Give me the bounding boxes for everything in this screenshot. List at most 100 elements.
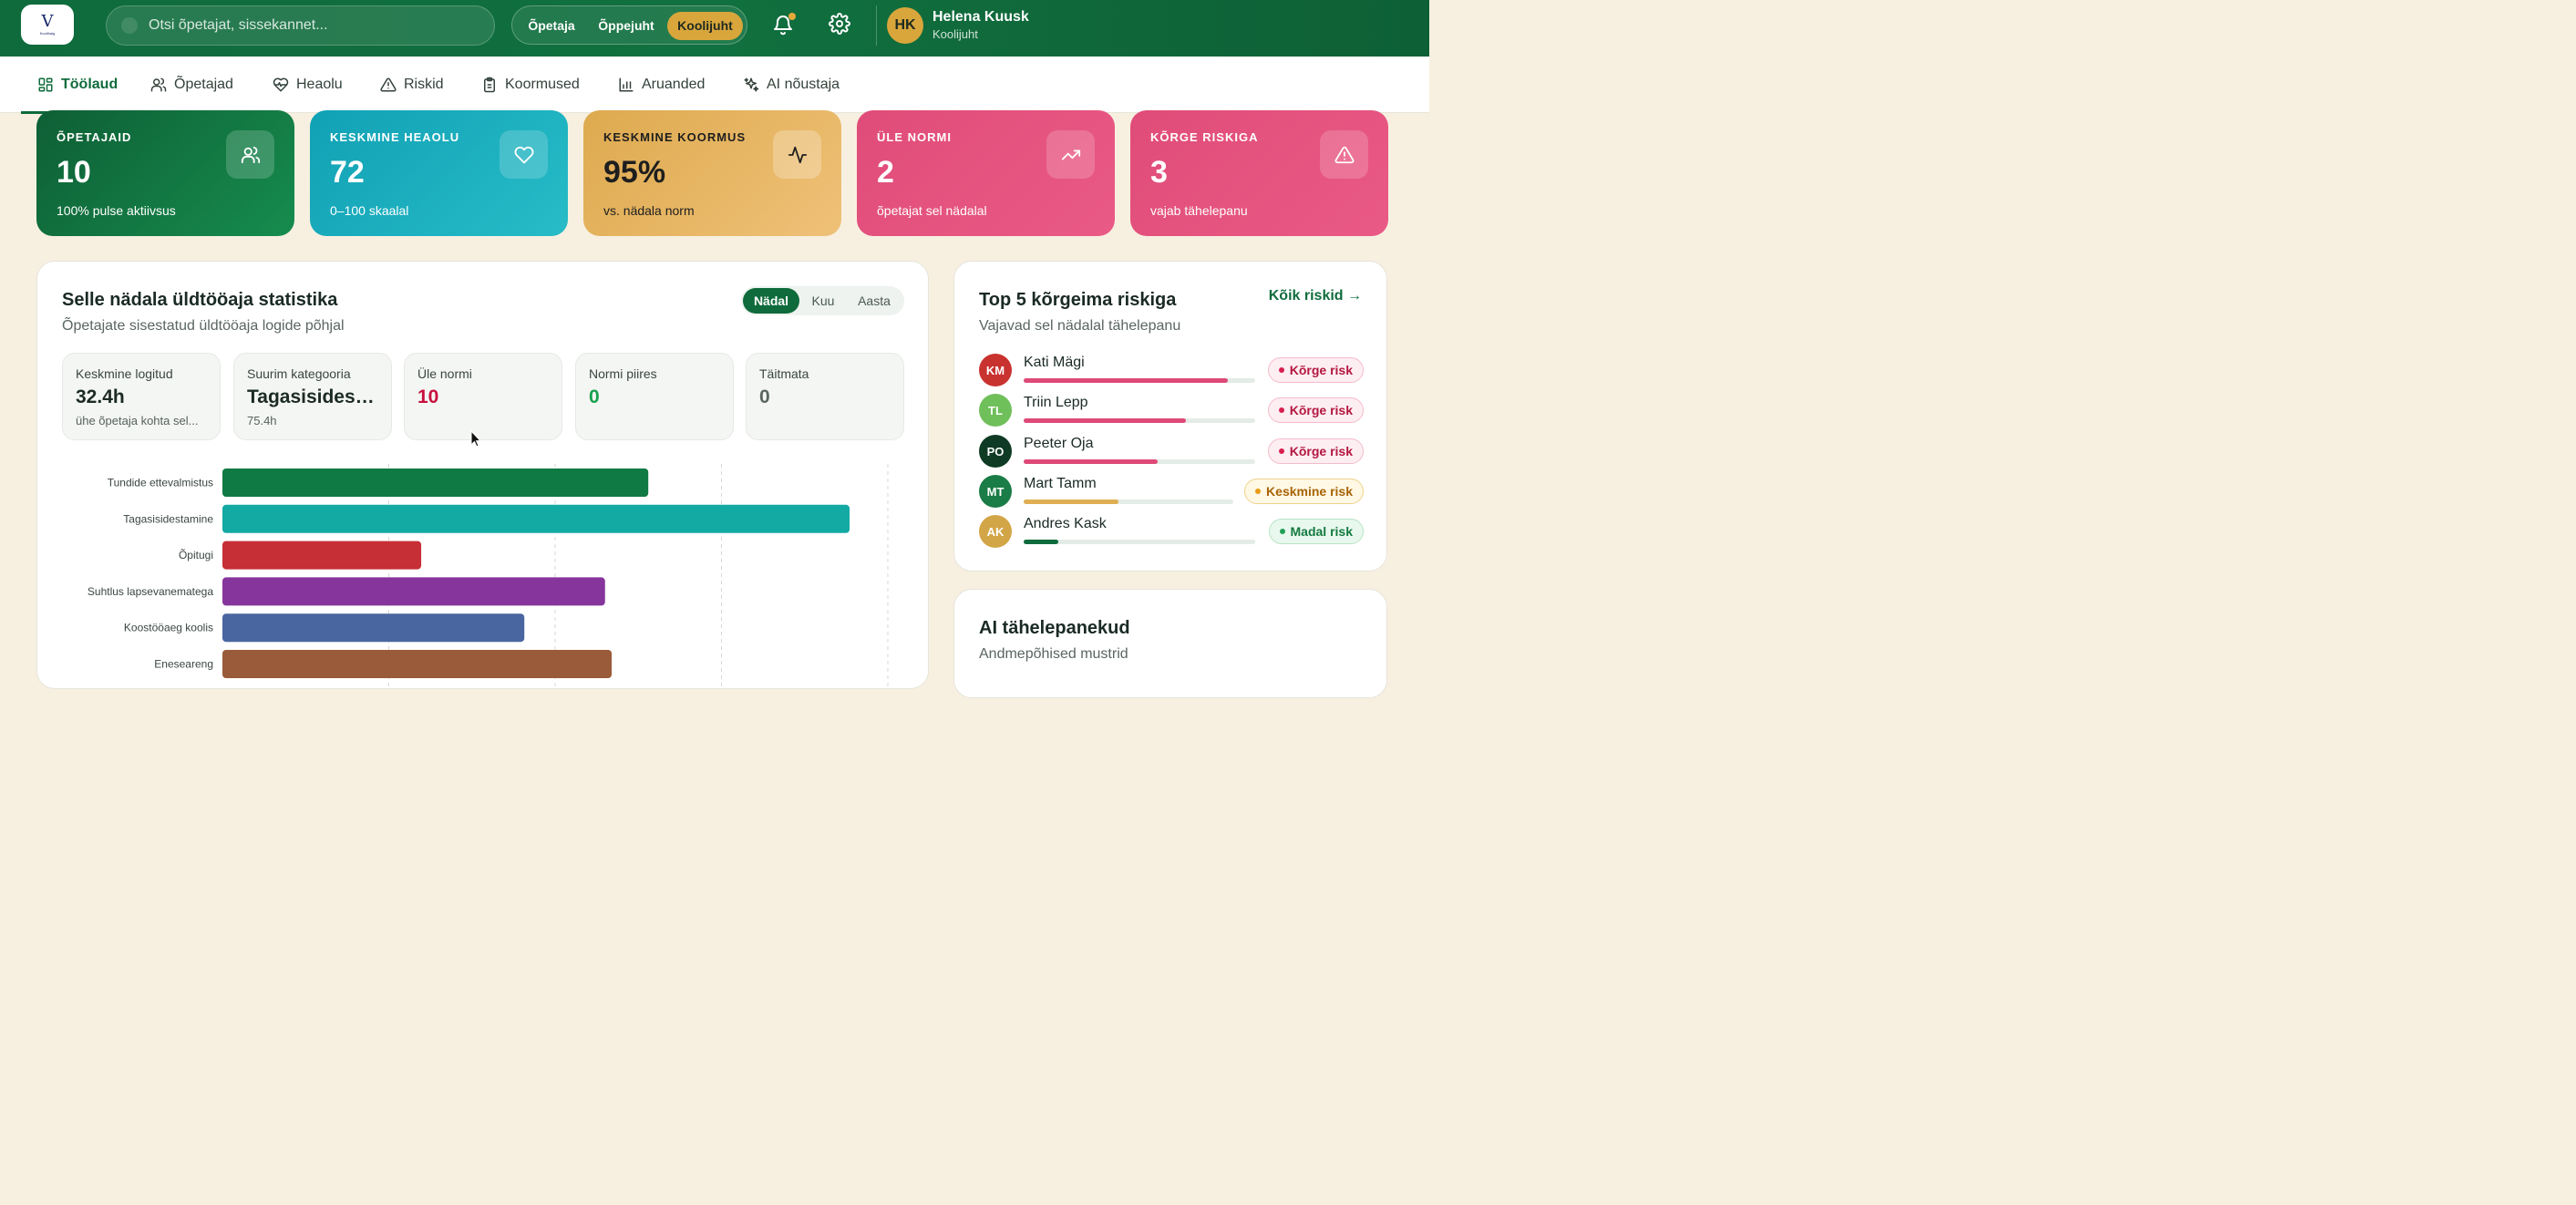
avatar: KM [979,354,1012,386]
mini-label: Üle normi [417,366,472,381]
risk-badge: Kõrge risk [1267,397,1364,423]
stat-icon-box [226,130,274,179]
status-dot [1255,489,1262,495]
stat-card-wellbeing[interactable]: Keskmine heaolu 72 0–100 skaalal [310,110,568,236]
risk-row[interactable]: AK Andres Kask Madal risk [979,515,1364,548]
risk-badge: Kõrge risk [1267,357,1364,383]
mini-label: Suurim kategooria [247,366,351,381]
stat-icon-box [1320,130,1368,179]
category-label: Õpitugi [179,548,213,561]
nav-tab-ai-advisor[interactable]: AI nõustaja [743,57,840,113]
all-risks-link[interactable]: Kõik riskid → [1269,288,1362,304]
bar[interactable] [222,650,613,678]
panel-subtitle: Vajavad sel nädalal tähelepanu [979,318,1181,334]
settings-button[interactable] [829,13,852,38]
nav-tab-risks[interactable]: Riskid [380,57,444,113]
period-year-button[interactable]: Aasta [847,288,902,314]
avatar: AK [979,515,1012,548]
risk-level-track [1024,378,1255,383]
mini-stat-average: Keskmine logitud 32.4h ühe õpetaja kohta… [62,353,221,440]
stat-card-workload[interactable]: Keskmine koormus 95% vs. nädala norm [583,110,841,236]
category-label: Eneseareng [154,658,213,671]
risk-name: Andres Kask [1024,516,1107,531]
grid-icon [38,77,53,92]
mini-label: Keskmine logitud [76,366,173,381]
search-input[interactable] [149,6,477,45]
risk-level-bar [1024,418,1186,423]
period-month-button[interactable]: Kuu [801,288,845,314]
mini-stat-over-norm: Üle normi 10 [404,353,562,440]
app-logo[interactable]: V Koolihaig [21,5,74,45]
role-switcher: Õpetaja Õppejuht Koolijuht [511,5,747,45]
risk-level-bar [1024,500,1118,504]
risk-badge: Keskmine risk [1244,479,1364,504]
main-nav: Töölaud Õpetajad Heaolu Riskid Koormused… [0,57,1429,114]
heart-icon [514,146,533,163]
bar[interactable] [222,613,525,643]
status-dot [1278,407,1284,414]
sparkles-icon [744,77,759,92]
header-divider [876,5,877,46]
users-icon [241,146,260,163]
nav-tab-teachers[interactable]: Õpetajad [150,57,233,113]
nav-tab-dashboard[interactable]: Töölaud [20,57,135,114]
panel-title: Selle nädala üldtööaja statistika [62,290,338,310]
panel-title: AI tähelepanekud [979,618,1130,638]
nav-label: AI nõustaja [767,77,840,92]
avatar: MT [979,475,1012,508]
user-role: Koolijuht [933,27,978,41]
mini-sub: 75.4h [247,414,277,427]
mini-stat-top-category: Suurim kategooria Tagasisidesta... 75.4h [233,353,392,440]
category-label: Koostööaeg koolis [124,622,213,634]
nav-tab-reports[interactable]: Aruanded [618,57,705,113]
user-avatar[interactable]: HK [887,7,923,44]
status-dot [1278,367,1284,374]
bar[interactable] [222,469,649,497]
search-box [106,5,495,46]
top-risks-panel: Top 5 kõrgeima riskiga Vajavad sel nädal… [953,261,1387,572]
bar[interactable] [222,541,422,570]
risk-badge: Kõrge risk [1267,438,1364,464]
mini-value: 0 [589,386,600,407]
stat-card-high-risk[interactable]: Kõrge riskiga 3 vajab tähelepanu [1130,110,1388,236]
stat-sub: 100% pulse aktiivsus [57,203,176,218]
nav-label: Töölaud [61,77,118,92]
period-week-button[interactable]: Nädal [743,288,799,314]
panel-title: Top 5 kõrgeima riskiga [979,290,1177,310]
bar[interactable] [222,504,850,533]
stat-card-teachers[interactable]: Õpetajaid 10 100% pulse aktiivsus [36,110,294,236]
notification-dot [788,13,796,20]
risk-name: Mart Tamm [1024,476,1097,491]
nav-label: Aruanded [642,77,706,92]
status-dot [1278,448,1284,455]
category-label: Tagasisidestamine [123,512,213,525]
nav-label: Õpetajad [174,77,233,92]
risk-row[interactable]: TL Triin Lepp Kõrge risk [979,394,1364,427]
user-name: Helena Kuusk [933,9,1029,25]
stat-card-over-norm[interactable]: Üle normi 2 õpetajat sel nädalal [857,110,1115,236]
nav-tab-workloads[interactable]: Koormused [481,57,580,113]
risk-badge-label: Kõrge risk [1289,444,1353,458]
role-principal-button[interactable]: Koolijuht [667,12,743,40]
panel-subtitle: Õpetajate sisestatud üldtööaja logide põ… [62,318,345,334]
mini-label: Normi piires [589,366,657,381]
nav-tab-wellbeing[interactable]: Heaolu [273,57,343,113]
risk-badge-label: Keskmine risk [1266,484,1353,499]
risk-badge: Madal risk [1268,519,1364,544]
status-dot [1279,529,1285,535]
role-coordinator-button[interactable]: Õppejuht [589,12,664,40]
bar[interactable] [222,577,605,606]
role-teacher-button[interactable]: Õpetaja [520,12,583,40]
risk-row[interactable]: KM Kati Mägi Kõrge risk [979,354,1364,386]
category-label: Tundide ettevalmistus [108,477,213,489]
risk-level-track [1024,500,1233,504]
risk-row[interactable]: PO Peeter Oja Kõrge risk [979,435,1364,468]
risk-badge-label: Madal risk [1290,524,1353,539]
stat-icon-box [1046,130,1095,179]
risk-name: Triin Lepp [1024,395,1088,410]
workload-bar-chart: Tundide ettevalmistus Tagasisidestamine Õp… [88,464,889,690]
mouse-cursor [470,430,481,448]
notifications-button[interactable] [772,13,796,38]
risk-row[interactable]: MT Mart Tamm Keskmine risk [979,475,1364,508]
mini-stat-within-norm: Normi piires 0 [575,353,734,440]
